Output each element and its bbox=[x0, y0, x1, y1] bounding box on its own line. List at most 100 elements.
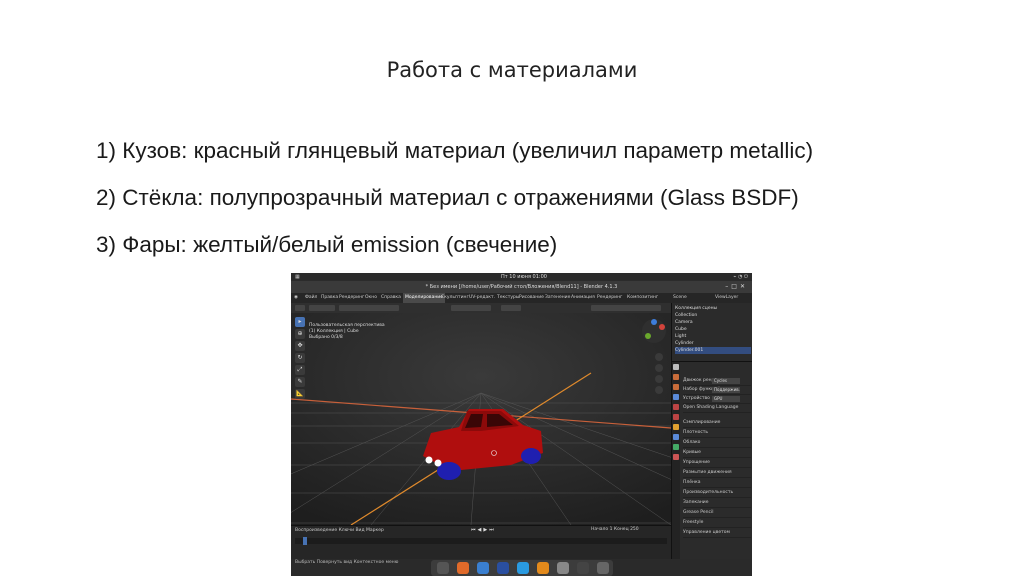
modifier-tab-icon[interactable] bbox=[673, 434, 679, 440]
editor-type-button[interactable] bbox=[295, 305, 305, 311]
blender-app-icon[interactable] bbox=[537, 562, 549, 574]
tab-rendering[interactable]: Рендеринг bbox=[597, 293, 622, 303]
menu-edit[interactable]: Правка bbox=[321, 293, 338, 303]
timeline: Воспроизведение Ключи Вид Маркер ⏮◀▶⏭ На… bbox=[291, 525, 671, 560]
window-titlebar: * Без имени [/home/user/Рабочий стол/Вло… bbox=[291, 281, 752, 293]
panel-freestyle[interactable]: Freestyle bbox=[683, 518, 751, 528]
playhead[interactable] bbox=[303, 537, 307, 545]
messenger-icon[interactable] bbox=[517, 562, 529, 574]
outliner-cylinder[interactable]: Cylinder bbox=[675, 340, 751, 347]
menu-window[interactable]: Окно bbox=[365, 293, 377, 303]
menu-file[interactable]: Файл bbox=[305, 293, 317, 303]
panel-sampling[interactable]: Сэмплирование bbox=[683, 418, 751, 428]
tab-textures[interactable]: Текстуры bbox=[497, 293, 519, 303]
outliner-collection[interactable]: Collection bbox=[675, 312, 751, 319]
app-grid-icon[interactable] bbox=[597, 562, 609, 574]
timeline-marker-menu[interactable]: Маркер bbox=[366, 528, 384, 533]
cursor-tool-icon[interactable]: ⊕ bbox=[295, 329, 305, 339]
render-engine-dropdown[interactable]: Cycles bbox=[712, 378, 740, 384]
viewlayer-selector[interactable]: ViewLayer bbox=[715, 293, 738, 303]
tab-uv[interactable]: UV-редакт. bbox=[469, 293, 495, 303]
timeline-menus: Воспроизведение Ключи Вид Маркер bbox=[295, 528, 384, 533]
bullet-headlights: 3) Фары: желтый/белый emission (свечение… bbox=[96, 232, 558, 257]
device-dropdown[interactable]: GPU bbox=[712, 396, 740, 402]
settings-icon[interactable] bbox=[557, 562, 569, 574]
feature-set-dropdown[interactable]: Поддержив. bbox=[712, 387, 740, 393]
outliner-cylinder-001[interactable]: Cylinder.001 bbox=[675, 347, 751, 354]
pan-hand-icon[interactable] bbox=[655, 364, 663, 372]
taskbar-dock bbox=[431, 560, 613, 576]
browser-icon[interactable] bbox=[477, 562, 489, 574]
properties-tabs bbox=[672, 362, 680, 560]
3d-viewport[interactable] bbox=[291, 313, 671, 525]
view-menus[interactable] bbox=[339, 305, 399, 311]
outliner-light[interactable]: Light bbox=[675, 333, 751, 340]
timeline-playback-menu[interactable]: Воспроизведение bbox=[295, 528, 337, 533]
data-tab-icon[interactable] bbox=[673, 444, 679, 450]
tab-modeling[interactable]: Моделирование bbox=[403, 293, 445, 303]
world-tab-icon[interactable] bbox=[673, 414, 679, 420]
grid-view-icon[interactable] bbox=[655, 386, 663, 394]
timeline-ruler[interactable] bbox=[295, 538, 667, 544]
navigation-gizmo[interactable] bbox=[641, 318, 667, 344]
tool-shelf: ▸ ⊕ ✥ ↻ ⤢ ✎ 📐 bbox=[293, 315, 307, 415]
scene-tab-icon[interactable] bbox=[673, 404, 679, 410]
outliner-scene-collection[interactable]: Коллекция сцены bbox=[675, 305, 751, 312]
scene-selector[interactable]: Scene bbox=[673, 293, 687, 303]
tab-animation[interactable]: Анимация bbox=[571, 293, 595, 303]
frame-end-field[interactable]: Конец 250 bbox=[614, 527, 639, 532]
object-tab-icon[interactable] bbox=[673, 424, 679, 430]
panel-film[interactable]: Плёнка bbox=[683, 478, 751, 488]
panel-light-paths[interactable]: Плотность bbox=[683, 428, 751, 438]
panel-motion-blur[interactable]: Размытие движения bbox=[683, 468, 751, 478]
panel-bake[interactable]: Запекание bbox=[683, 498, 751, 508]
trash-icon[interactable] bbox=[577, 562, 589, 574]
panel-grease-pencil[interactable]: Grease Pencil bbox=[683, 508, 751, 518]
tab-compositing[interactable]: Композитинг bbox=[627, 293, 658, 303]
select-tool-icon[interactable]: ▸ bbox=[295, 317, 305, 327]
mode-dropdown[interactable] bbox=[309, 305, 335, 311]
menu-help[interactable]: Справка bbox=[381, 293, 401, 303]
system-tray-icons[interactable]: ⌁ ◔ ⏻ bbox=[733, 273, 748, 281]
panel-volumes[interactable]: Облако bbox=[683, 438, 751, 448]
menu-render[interactable]: Рендеринг bbox=[339, 293, 364, 303]
editor-icon[interactable] bbox=[497, 562, 509, 574]
view-layer-tab-icon[interactable] bbox=[673, 394, 679, 400]
tab-sculpting[interactable]: Скульптинг bbox=[441, 293, 469, 303]
window-controls[interactable]: –□✕ bbox=[725, 281, 748, 293]
panel-curves[interactable]: Кривые bbox=[683, 448, 751, 458]
blender-logo-icon[interactable]: ◉ bbox=[294, 293, 298, 303]
panel-color-management[interactable]: Управление цветом bbox=[683, 528, 751, 538]
bullet-list: 1) Кузов: красный глянцевый материал (ув… bbox=[96, 136, 813, 277]
tab-painting[interactable]: Рисование bbox=[519, 293, 544, 303]
measure-tool-icon[interactable]: 📐 bbox=[295, 389, 305, 399]
timeline-view-menu[interactable]: Вид bbox=[355, 528, 364, 533]
osl-checkbox[interactable]: Open Shading Language bbox=[683, 403, 751, 413]
output-tab-icon[interactable] bbox=[673, 384, 679, 390]
panel-performance[interactable]: Производительность bbox=[683, 488, 751, 498]
render-tab-icon[interactable] bbox=[673, 374, 679, 380]
timeline-keying-menu[interactable]: Ключи bbox=[339, 528, 354, 533]
transform-orientation[interactable] bbox=[451, 305, 491, 311]
panel-simplify[interactable]: Упрощение bbox=[683, 458, 751, 468]
tab-shading[interactable]: Затенение bbox=[545, 293, 570, 303]
tool-tab-icon[interactable] bbox=[673, 364, 679, 370]
scale-tool-icon[interactable]: ⤢ bbox=[295, 365, 305, 375]
playback-controls[interactable]: ⏮◀▶⏭ bbox=[471, 527, 496, 533]
window-title: * Без имени [/home/user/Рабочий стол/Вло… bbox=[425, 284, 618, 290]
appstore-icon[interactable] bbox=[457, 562, 469, 574]
material-tab-icon[interactable] bbox=[673, 454, 679, 460]
zoom-icon[interactable] bbox=[655, 353, 663, 361]
bullet-body: 1) Кузов: красный глянцевый материал (ув… bbox=[96, 138, 814, 163]
files-icon[interactable] bbox=[437, 562, 449, 574]
snapping-toggle[interactable] bbox=[501, 305, 521, 311]
outliner-camera[interactable]: Camera bbox=[675, 319, 751, 326]
activities-icon[interactable]: ▦ bbox=[295, 273, 300, 281]
rotate-tool-icon[interactable]: ↻ bbox=[295, 353, 305, 363]
move-tool-icon[interactable]: ✥ bbox=[295, 341, 305, 351]
shading-buttons[interactable] bbox=[591, 305, 661, 311]
camera-view-icon[interactable] bbox=[655, 375, 663, 383]
frame-start-field[interactable]: Начало 1 bbox=[591, 527, 612, 532]
annotate-tool-icon[interactable]: ✎ bbox=[295, 377, 305, 387]
outliner-cube[interactable]: Cube bbox=[675, 326, 751, 333]
